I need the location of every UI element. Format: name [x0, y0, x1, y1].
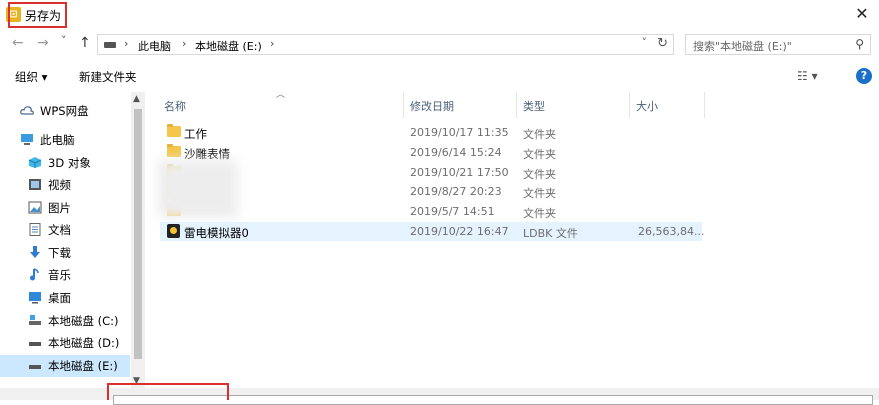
sort-ascending-icon: ︿	[276, 90, 286, 100]
sidebar-item-desktop[interactable]: 桌面	[0, 287, 130, 309]
desktop-icon	[29, 292, 41, 304]
table-row[interactable]: 2019/8/27 20:23 文件夹	[160, 182, 702, 201]
highlight-title-box	[8, 2, 67, 28]
scrollbar-thumb[interactable]	[134, 109, 142, 359]
highlight-filename-box	[107, 383, 229, 400]
search-box[interactable]: 搜索"本地磁盘 (E:)" ⚲	[685, 34, 871, 55]
computer-icon	[21, 134, 33, 145]
file-size: 26,563,84...	[638, 225, 705, 238]
sidebar-item-label: 文档	[48, 223, 71, 237]
drive-icon	[29, 315, 41, 325]
view-options-icon[interactable]: ☷ ▾	[797, 69, 818, 83]
navigation-pane: WPS网盘 此电脑 3D 对象 视频 图片 文档 下载 音乐 桌面 本地磁盘 (…	[0, 92, 145, 388]
sidebar-item-pictures[interactable]: 图片	[0, 197, 130, 219]
recent-locations-button[interactable]: ˅	[61, 34, 67, 47]
sidebar-item-drive-e[interactable]: 本地磁盘 (E:)	[0, 355, 130, 377]
sidebar-item-label: 桌面	[48, 291, 71, 305]
search-input[interactable]: 搜索"本地磁盘 (E:)"	[693, 38, 792, 54]
sidebar-item-label: 本地磁盘 (D:)	[48, 336, 120, 350]
drive-icon	[29, 342, 41, 346]
breadcrumb-separator[interactable]: ›	[270, 37, 274, 50]
download-icon	[30, 246, 40, 258]
file-modified: 2019/10/17 11:35	[410, 126, 509, 139]
sidebar-item-drive-c[interactable]: 本地磁盘 (C:)	[0, 310, 130, 332]
sidebar-item-this-pc[interactable]: 此电脑	[0, 129, 130, 151]
table-row[interactable]: 2019/5/7 14:51 文件夹	[160, 202, 702, 221]
column-divider[interactable]	[704, 92, 705, 118]
sidebar-item-wps-cloud[interactable]: WPS网盘	[0, 100, 130, 122]
close-button[interactable]: ✕	[851, 3, 873, 25]
sidebar-item-label: 图片	[48, 201, 71, 215]
forward-button[interactable]: →	[37, 35, 49, 51]
sidebar-scrollbar[interactable]: ▲ ▼	[131, 92, 145, 388]
new-folder-button[interactable]: 新建文件夹	[79, 69, 137, 85]
file-modified: 2019/8/27 20:23	[410, 185, 502, 198]
file-name: 工作	[184, 127, 207, 141]
file-type: 文件夹	[523, 207, 556, 220]
sidebar-item-label: 3D 对象	[48, 156, 91, 170]
table-row[interactable]: 2019/10/21 17:50 文件夹	[160, 163, 702, 182]
table-row[interactable]: 雷电模拟器0 2019/10/22 16:47 LDBK 文件 26,563,8…	[160, 222, 705, 241]
file-type: 文件夹	[523, 128, 556, 141]
file-modified: 2019/10/21 17:50	[410, 166, 509, 179]
redacted-area	[158, 160, 238, 218]
sidebar-item-3d-objects[interactable]: 3D 对象	[0, 152, 130, 174]
sidebar-item-label: 下载	[48, 246, 71, 260]
breadcrumb-this-pc[interactable]: 此电脑	[138, 38, 171, 54]
table-row[interactable]: 工作 2019/10/17 11:35 文件夹	[160, 123, 702, 142]
sidebar-item-video[interactable]: 视频	[0, 174, 130, 196]
column-header-name[interactable]: 名称	[164, 98, 186, 114]
file-modified: 2019/5/7 14:51	[410, 205, 495, 218]
table-row[interactable]: 沙雕表情 2019/6/14 15:24 文件夹	[160, 143, 702, 162]
breadcrumb-separator[interactable]: ›	[182, 37, 186, 50]
file-modified: 2019/10/22 16:47	[410, 225, 509, 238]
file-type: 文件夹	[523, 187, 556, 200]
drive-icon	[29, 365, 41, 369]
sidebar-item-drive-d[interactable]: 本地磁盘 (D:)	[0, 332, 130, 354]
music-icon	[30, 268, 39, 281]
folder-icon	[167, 144, 181, 157]
file-type: LDBK 文件	[523, 227, 578, 240]
cloud-icon	[20, 106, 34, 115]
video-icon	[29, 179, 41, 190]
sidebar-item-label: WPS网盘	[40, 104, 89, 118]
folder-icon	[167, 124, 181, 137]
sidebar-item-music[interactable]: 音乐	[0, 264, 130, 286]
column-divider[interactable]	[403, 92, 404, 118]
organize-button[interactable]: 组织 ▾	[15, 69, 47, 85]
sidebar-item-downloads[interactable]: 下载	[0, 242, 130, 264]
breadcrumb-drive-e[interactable]: 本地磁盘 (E:)	[195, 38, 262, 54]
sidebar-item-label: 此电脑	[40, 133, 75, 147]
ldbk-file-icon	[167, 224, 180, 238]
drive-icon	[104, 42, 116, 48]
address-dropdown-icon[interactable]: ˅	[642, 36, 648, 49]
column-divider[interactable]	[629, 92, 630, 118]
up-button[interactable]: ↑	[79, 35, 91, 51]
document-icon	[29, 223, 41, 236]
refresh-icon[interactable]: ↻	[657, 36, 668, 51]
column-header-size[interactable]: 大小	[636, 98, 658, 114]
picture-icon	[28, 201, 42, 214]
title-bar: ⊡ 另存为 ✕	[0, 0, 879, 30]
file-type: 文件夹	[523, 168, 556, 181]
column-divider[interactable]	[516, 92, 517, 118]
column-header-modified[interactable]: 修改日期	[410, 98, 454, 114]
sidebar-item-label: 音乐	[48, 268, 71, 282]
cube-icon	[28, 157, 42, 168]
sidebar-item-label: 视频	[48, 178, 71, 192]
scroll-up-icon[interactable]: ▲	[133, 94, 140, 104]
help-icon[interactable]: ?	[856, 68, 872, 84]
sidebar-item-label: 本地磁盘 (E:)	[48, 359, 118, 373]
sidebar-item-documents[interactable]: 文档	[0, 219, 130, 241]
file-name: 雷电模拟器0	[184, 226, 249, 240]
search-icon[interactable]: ⚲	[855, 37, 864, 51]
address-bar[interactable]: › 此电脑 › 本地磁盘 (E:) › ˅ ↻	[97, 34, 674, 55]
file-modified: 2019/6/14 15:24	[410, 146, 502, 159]
column-header-type[interactable]: 类型	[523, 98, 545, 114]
back-button[interactable]: ←	[12, 35, 24, 51]
sidebar-item-label: 本地磁盘 (C:)	[48, 314, 119, 328]
breadcrumb-separator[interactable]: ›	[124, 37, 128, 50]
file-type: 文件夹	[523, 148, 556, 161]
